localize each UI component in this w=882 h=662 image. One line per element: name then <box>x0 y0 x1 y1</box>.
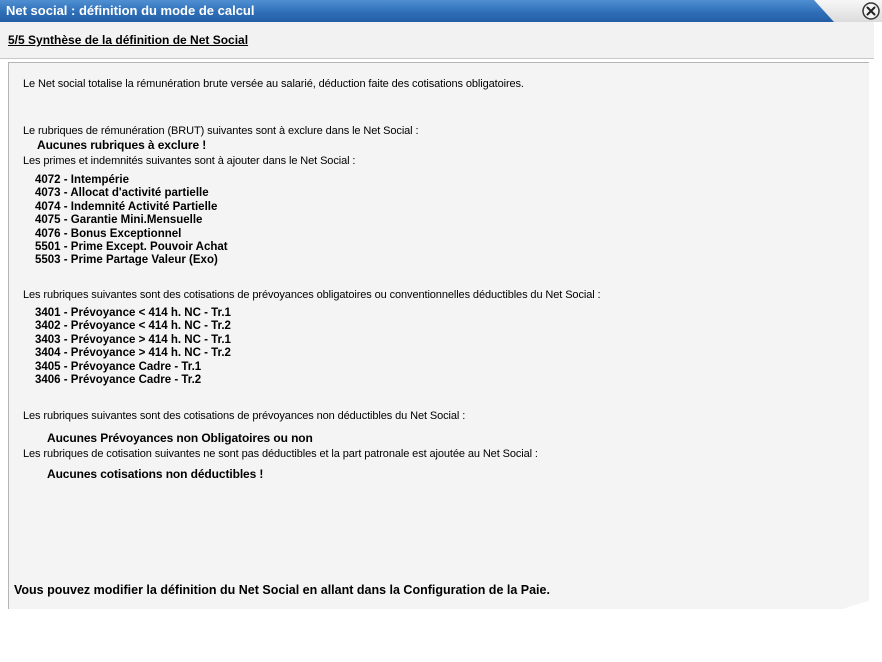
step-header: 5/5 Synthèse de la définition de Net Soc… <box>0 22 874 59</box>
title-bar: Net social : définition du mode de calcu… <box>0 0 882 22</box>
dialog-body: 5/5 Synthèse de la définition de Net Soc… <box>0 22 882 662</box>
non-deductible-label: Les rubriques suivantes sont des cotisat… <box>23 410 466 422</box>
list-item: 3406 - Prévoyance Cadre - Tr.2 <box>35 374 202 387</box>
list-item: 3401 - Prévoyance < 414 h. NC - Tr.1 <box>35 307 231 319</box>
list-item: 4073 - Allocat d'activité partielle <box>35 187 209 200</box>
list-item: 4075 - Garantie Mini.Mensuelle <box>35 214 203 227</box>
list-item: 3404 - Prévoyance > 414 h. NC - Tr.2 <box>35 347 231 360</box>
add-list: 4072 - Intempérie 4073 - Allocat d'activ… <box>35 174 228 268</box>
list-item: 5503 - Prime Partage Valeur (Exo) <box>35 254 218 267</box>
exclude-label: Le rubriques de rémunération (BRUT) suiv… <box>23 125 419 137</box>
list-item: 4076 - Bonus Exceptionnel <box>35 227 182 240</box>
add-label: Les primes et indemnités suivantes sont … <box>23 155 356 167</box>
window-title: Net social : définition du mode de calcu… <box>6 3 255 18</box>
list-item: 3402 - Prévoyance < 414 h. NC - Tr.2 <box>35 320 231 333</box>
deductible-label: Les rubriques suivantes sont des cotisat… <box>23 289 601 301</box>
intro-text: Le Net social totalise la rémunération b… <box>23 78 524 90</box>
list-item: 3403 - Prévoyance > 414 h. NC - Tr.1 <box>35 333 231 346</box>
list-item: 4072 - Intempérie <box>35 174 129 186</box>
step-title: 5/5 Synthèse de la définition de Net Soc… <box>8 33 249 47</box>
contribution-label: Les rubriques de cotisation suivantes ne… <box>23 448 538 460</box>
list-item: 5501 - Prime Except. Pouvoir Achat <box>35 241 228 254</box>
deductible-list: 3401 - Prévoyance < 414 h. NC - Tr.1 340… <box>35 307 231 387</box>
close-button[interactable] <box>862 2 880 20</box>
list-item: 3405 - Prévoyance Cadre - Tr.1 <box>35 360 202 373</box>
list-item: 4074 - Indemnité Activité Partielle <box>35 200 218 213</box>
non-deductible-value: Aucunes Prévoyances non Obligatoires ou … <box>47 431 313 445</box>
decorative-swoosh <box>760 512 882 662</box>
footer-note: Vous pouvez modifier la définition du Ne… <box>14 583 550 597</box>
exclude-value: Aucunes rubriques à exclure ! <box>37 138 207 152</box>
close-icon <box>862 2 880 20</box>
contribution-value: Aucunes cotisations non déductibles ! <box>47 467 264 481</box>
